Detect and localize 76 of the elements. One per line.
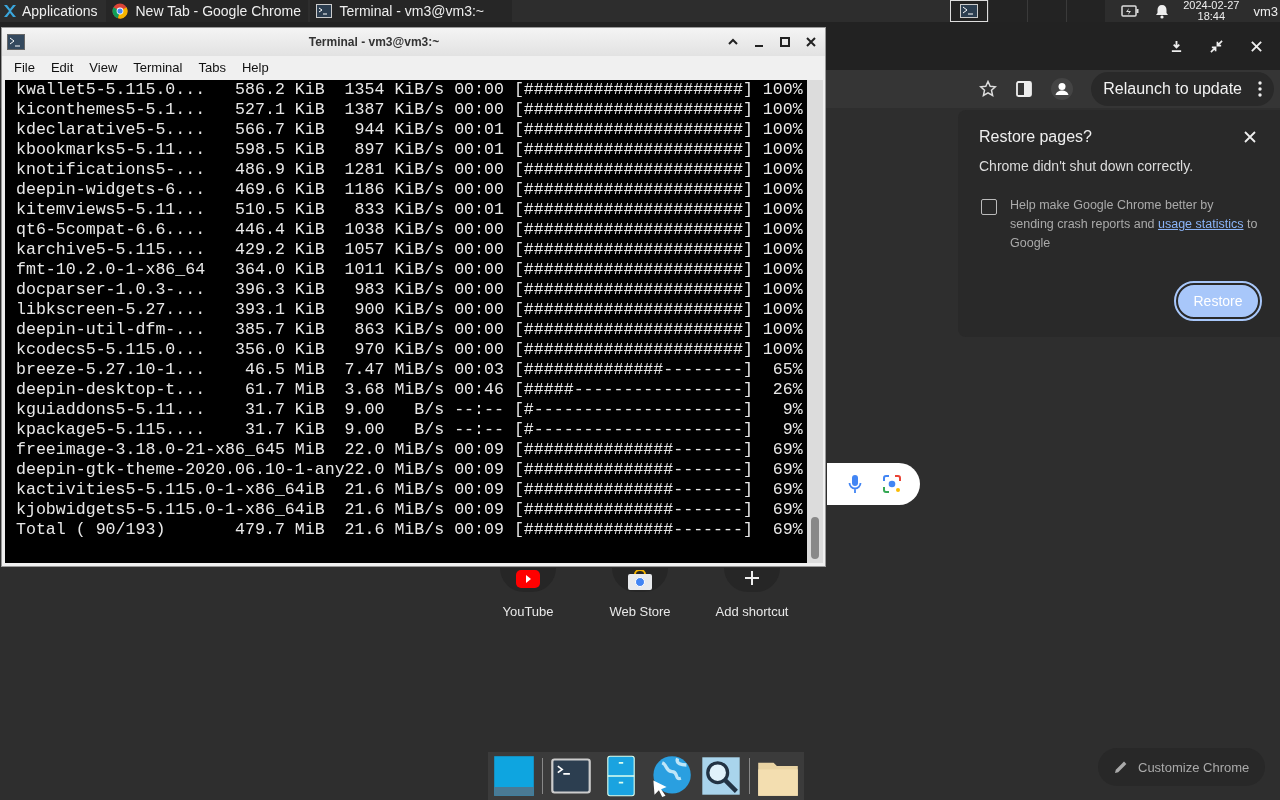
terminal-line: kpackage5-5.115.... 31.7 KiB 9.00 B/s --:-- [#---------------------] 9% bbox=[16, 420, 804, 440]
crash-reports-option-text: Help make Google Chrome better by sending crash reports and usage statistics to Google bbox=[1010, 197, 1259, 252]
magnifier-icon[interactable] bbox=[699, 754, 743, 798]
scrollbar[interactable] bbox=[807, 80, 823, 563]
more-icon bbox=[1258, 81, 1262, 97]
taskbar-button[interactable]: Terminal - vm3@vm3:~ bbox=[309, 0, 512, 22]
close-icon[interactable] bbox=[805, 36, 817, 48]
menu-item[interactable]: Tabs bbox=[190, 59, 234, 75]
workspace-thumbnail[interactable] bbox=[1027, 0, 1067, 22]
terminal-line: freeimage-3.18.0-21-x86_645 MiB 22.0 MiB/s 00:09 [###############-------] 69% bbox=[16, 440, 804, 460]
terminal-line: kiconthemes5-5.1... 527.1 KiB 1387 KiB/s 00:00 [######################] 100% bbox=[16, 100, 804, 120]
terminal-line: Total ( 90/193) 479.7 MiB 21.6 MiB/s 00:09 [###############-------] 69% bbox=[16, 520, 804, 540]
terminal-line: kjobwidgets5-5.115.0-1-x86_64iB 21.6 MiB/s 00:09 [###############-------] 69% bbox=[16, 500, 804, 520]
terminal-line: deepin-util-dfm-... 385.7 KiB 863 KiB/s 00:00 [######################] 100% bbox=[16, 320, 804, 340]
chrome-icon bbox=[111, 3, 128, 19]
menu-item[interactable]: Terminal bbox=[125, 59, 191, 75]
usage-statistics-link[interactable]: usage statistics bbox=[1158, 217, 1244, 231]
show-desktop-icon[interactable] bbox=[492, 754, 536, 798]
window-title: Terminal - vm3@vm3:~ bbox=[307, 35, 441, 49]
clock-date: 2024-02-27 bbox=[1183, 0, 1240, 11]
customize-chrome-button[interactable]: Customize Chrome bbox=[1098, 748, 1266, 786]
terminal-line: deepin-desktop-t... 61.7 MiB 3.68 MiB/s 00:46 [#####-----------------] 26% bbox=[16, 380, 804, 400]
terminal-line: breeze-5.27.10-1... 46.5 MiB 7.47 MiB/s 00:03 [##############--------] 65% bbox=[16, 360, 804, 380]
terminal-line: kwallet5-5.115.0... 586.2 KiB 1354 KiB/s 00:00 [######################] 100% bbox=[16, 80, 804, 100]
shortcut-tile[interactable]: YouTube bbox=[472, 568, 584, 619]
dialog-title: Restore pages? bbox=[979, 128, 1092, 146]
terminal-line: fmt-10.2.0-1-x86_64 364.0 KiB 1011 KiB/s 00:00 [######################] 100% bbox=[16, 260, 804, 280]
terminal-line: deepin-widgets-6... 469.6 KiB 1186 KiB/s 00:00 [######################] 100% bbox=[16, 180, 804, 200]
pencil-icon bbox=[1114, 760, 1128, 774]
terminal-icon bbox=[315, 3, 332, 19]
workspace-thumbnail[interactable] bbox=[988, 0, 1028, 22]
terminal-line: karchive5-5.115.... 429.2 KiB 1057 KiB/s 00:00 [######################] 100% bbox=[16, 240, 804, 260]
bookmark-star-icon[interactable] bbox=[979, 80, 998, 98]
menu-item[interactable]: View bbox=[81, 59, 126, 75]
terminal-icon bbox=[960, 4, 979, 18]
scrollbar-thumb[interactable] bbox=[811, 517, 819, 559]
terminal-line: kcodecs5-5.115.0... 356.0 KiB 970 KiB/s 00:00 [######################] 100% bbox=[16, 340, 804, 360]
x-logo-icon bbox=[2, 3, 18, 19]
terminal-line: deepin-gtk-theme-2020.06.10-1-any22.0 MiB/s 00:09 [###############-------] 69% bbox=[16, 460, 804, 480]
workspace-thumbnail[interactable] bbox=[1066, 0, 1106, 22]
relaunch-button[interactable]: Relaunch to update bbox=[1091, 72, 1274, 106]
terminal-line: kdeclarative5-5.... 566.7 KiB 944 KiB/s 00:01 [######################] 100% bbox=[16, 120, 804, 140]
menu-item[interactable]: Edit bbox=[42, 59, 82, 75]
terminal-line: libkscreen-5.27.... 393.1 KiB 900 KiB/s 00:00 [######################] 100% bbox=[16, 300, 804, 320]
restore-window-icon[interactable] bbox=[1210, 39, 1223, 53]
store-bag-icon bbox=[628, 570, 652, 590]
clock-time: 18:44 bbox=[1197, 11, 1226, 22]
applications-menu[interactable]: Applications bbox=[0, 0, 104, 22]
terminal-line: kguiaddons5-5.11... 31.7 KiB 9.00 B/s --:-- [#---------------------] 9% bbox=[16, 400, 804, 420]
plus-icon bbox=[744, 570, 760, 586]
maximize-icon[interactable] bbox=[779, 36, 791, 48]
microphone-icon[interactable] bbox=[848, 474, 862, 494]
profile-icon[interactable] bbox=[1051, 78, 1074, 100]
dialog-message: Chrome didn't shut down correctly. bbox=[979, 158, 1195, 174]
search-box[interactable] bbox=[827, 463, 920, 505]
crash-reports-checkbox[interactable] bbox=[981, 199, 997, 215]
terminal-line: kitemviews5-5.11... 510.5 KiB 833 KiB/s 00:01 [######################] 100% bbox=[16, 200, 804, 220]
clock[interactable]: 2024-02-27 18:44 bbox=[1183, 0, 1240, 22]
shortcut-tile[interactable]: Add shortcut bbox=[696, 568, 808, 619]
user-name[interactable]: vm3 bbox=[1253, 3, 1278, 19]
play-logo-icon bbox=[516, 570, 540, 588]
bell-icon[interactable] bbox=[1155, 3, 1170, 19]
battery-icon[interactable] bbox=[1121, 5, 1140, 17]
terminal-line: qt6-5compat-6.6.... 446.4 KiB 1038 KiB/s 00:00 [######################] 100% bbox=[16, 220, 804, 240]
side-panel-icon[interactable] bbox=[1015, 80, 1034, 98]
terminal-line: docparser-1.0.3-... 396.3 KiB 983 KiB/s 00:00 [######################] 100% bbox=[16, 280, 804, 300]
taskbar-button[interactable]: New Tab - Google Chrome bbox=[105, 0, 308, 22]
terminal-line: kbookmarks5-5.11... 598.5 KiB 897 KiB/s 00:01 [######################] 100% bbox=[16, 140, 804, 160]
terminal-line: knotifications5-... 486.9 KiB 1281 KiB/s 00:00 [######################] 100% bbox=[16, 160, 804, 180]
menu-item[interactable]: Help bbox=[233, 59, 277, 75]
terminal-line: kactivities5-5.115.0-1-x86_64iB 21.6 MiB/s 00:09 [###############-------] 69% bbox=[16, 480, 804, 500]
camera-lens-icon[interactable] bbox=[882, 474, 902, 494]
download-icon[interactable] bbox=[1170, 39, 1183, 53]
menu-item[interactable]: File bbox=[6, 59, 43, 75]
terminal-icon bbox=[7, 34, 25, 50]
shortcut-tile[interactable]: Web Store bbox=[584, 568, 696, 619]
